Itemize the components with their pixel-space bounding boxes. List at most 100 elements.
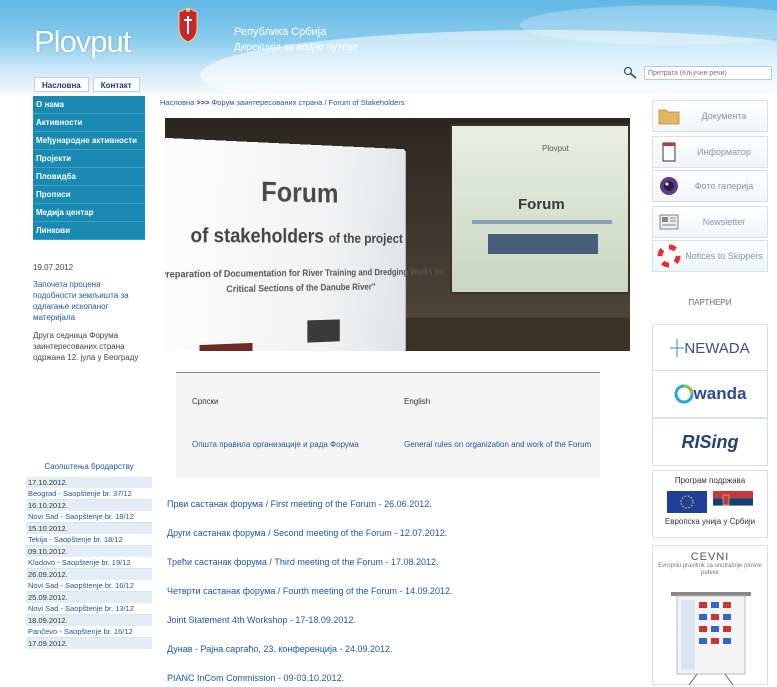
gov-line-2: Дирекција за водне путеве <box>234 42 359 53</box>
meeting-link-2[interactable]: Други састанак форума / Second meeting o… <box>167 526 607 555</box>
notice-date: 25.09.2012. <box>26 592 152 603</box>
newsletter-button[interactable]: Newsletter <box>652 206 768 238</box>
top-tabs: Насловна Контакт <box>34 77 140 92</box>
breadcrumb: Насловна >>> Форум заинтересованих стран… <box>160 98 404 107</box>
notice-link[interactable]: Kladovo - Saopštenje br. 19/12 <box>26 557 152 569</box>
news-link[interactable]: Започета процена подобности земљишта за … <box>33 279 145 323</box>
notice-date: 16.10.2012. <box>26 500 152 511</box>
banner-forum: Forum <box>261 176 339 210</box>
meeting-link-5[interactable]: Joint Statement 4th Workshop - 17-18.09.… <box>167 613 607 642</box>
lang-serbian: Српски <box>192 397 219 406</box>
partner-wanda[interactable]: wanda <box>652 370 768 418</box>
partners-title: ПАРТНЕРИ <box>688 298 732 307</box>
program-title: Програм подржава <box>674 476 746 485</box>
cevni-subtitle: Evropski pravilnik za unutrašnje plovne … <box>658 563 762 576</box>
news-date: 19.07.2012 <box>33 263 74 272</box>
camera-lens-icon <box>660 177 678 195</box>
banner-stakeholders: of stakeholders of the project <box>190 225 402 249</box>
site-logo[interactable]: Plovput <box>34 24 131 60</box>
wanda-logo: wanda <box>693 384 747 403</box>
newada-logo: NEWADA <box>684 339 750 357</box>
photo-gallery-label: Фото галерија <box>694 181 754 191</box>
cevni-box[interactable]: CEVNI Evropski pravilnik za unutrašnje p… <box>652 545 768 686</box>
meetings-list: Први састанак форума / First meeting of … <box>167 497 607 687</box>
notices-title[interactable]: Саопштења бродарству <box>26 462 152 471</box>
government-title: Република Србија Дирекција за водне путе… <box>234 25 358 55</box>
gov-line-1: Република Србија <box>234 26 327 38</box>
lang-english: English <box>404 397 431 406</box>
back-screen-block <box>488 234 598 254</box>
documents-label: Документа <box>701 111 747 121</box>
rules-link-english[interactable]: General rules on organization and work o… <box>404 439 594 450</box>
back-screen-bar <box>472 220 612 224</box>
newsletter-label: Newsletter <box>702 217 746 227</box>
notice-date: 18.09.2012. <box>26 615 152 626</box>
news-text: Друга седница Форума заинтересованих стр… <box>33 331 139 362</box>
nav-item-about[interactable]: О нама <box>33 96 145 114</box>
partner-newada[interactable]: NEWADA <box>652 324 768 372</box>
cevni-title: CEVNI <box>690 551 730 563</box>
nav-item-navigation[interactable]: Пловидба <box>33 168 145 186</box>
documents-button[interactable]: Документа <box>652 100 768 132</box>
back-screen-title: Forum <box>518 196 565 213</box>
search-input[interactable] <box>644 66 772 80</box>
site-header: Plovput Република Србија Дирекција за во… <box>0 0 777 94</box>
photo-gallery-button[interactable]: Фото галерија <box>652 170 768 202</box>
rising-logo: RISing <box>681 431 739 452</box>
nav-item-media[interactable]: Медија центар <box>33 204 145 222</box>
notice-date: 15.10.2012. <box>26 523 152 534</box>
program-bottom: Европска унија у Србији <box>664 517 756 526</box>
search-icon[interactable] <box>622 66 640 80</box>
notice-link[interactable]: Novi Sad - Saopštenje br. 13/12 <box>26 603 152 615</box>
banner-line-3: "Preparation of Documentation for River … <box>165 267 444 281</box>
newspaper-icon <box>659 214 679 230</box>
notice-link[interactable]: Tekija - Saopštenje br. 18/12 <box>26 534 152 546</box>
notice-link[interactable]: Beograd - Saopštenje br. 37/12 <box>26 488 152 500</box>
newada-star-icon <box>670 339 685 357</box>
nav-item-activities[interactable]: Активности <box>33 114 145 132</box>
notice-date: 17.10.2012. <box>26 477 152 488</box>
partner-rising[interactable]: RISing <box>652 418 768 466</box>
notice-link[interactable]: Novi Sad - Saopštenje br. 18/12 <box>26 511 152 523</box>
nav-item-regulations[interactable]: Прописи <box>33 186 145 204</box>
meeting-link-6[interactable]: Дунав - Рајна саргаћо, 23. конференција … <box>167 642 607 671</box>
eu-program-box[interactable]: Програм подржава Европска унија у Србији <box>652 470 768 538</box>
left-navigation: О нама Активности Међународне активности… <box>33 96 145 240</box>
banner-line-4: Critical Sections of the Danube River" <box>226 282 376 296</box>
banner-stakeholders-a: of stakeholders <box>190 224 324 248</box>
notice-link[interactable]: Novi Sad - Saopštenje br. 16/12 <box>26 580 152 592</box>
notice-date: 17.09.2012. <box>26 638 152 649</box>
program-flags <box>653 491 767 513</box>
eu-flag-icon <box>667 491 707 513</box>
meeting-link-1[interactable]: Први састанак форума / First meeting of … <box>167 497 607 526</box>
nav-item-projects[interactable]: Пројекти <box>33 150 145 168</box>
cevni-poster-icon <box>671 592 751 686</box>
back-screen-logo: Plovput <box>542 144 569 153</box>
meeting-link-7[interactable]: PIANC InCom Commission - 09-03.10.2012. <box>167 671 607 687</box>
notice-link[interactable]: Pančevo - Saopštenje br. 16/12 <box>26 626 152 638</box>
breadcrumb-separator: >>> <box>196 98 210 107</box>
breadcrumb-home[interactable]: Насловна <box>160 98 194 107</box>
nav-item-links[interactable]: Линкови <box>33 222 145 240</box>
coat-of-arms-icon <box>178 7 198 43</box>
nav-item-international[interactable]: Међународне активности <box>33 132 145 150</box>
informator-button[interactable]: Информатор <box>652 136 768 168</box>
forum-photo: Plovput Forum Forum of stakeholders of t… <box>165 118 630 351</box>
photo-back-screen: Plovput Forum <box>450 124 630 294</box>
notices-label: Notices to Skippers <box>685 251 763 261</box>
meeting-link-4[interactable]: Четврти састанак форума / Fourth meeting… <box>167 584 607 613</box>
rules-documents-box: Српски English Општа правила организациј… <box>176 372 600 478</box>
tab-contact[interactable]: Контакт <box>92 77 140 92</box>
breadcrumb-current: Форум заинтересованих страна / Forum of … <box>211 98 405 107</box>
informator-label: Информатор <box>697 147 751 157</box>
rules-link-serbian[interactable]: Општа правила организације и рада Форума <box>192 439 372 450</box>
news-section: 19.07.2012 Започета процена подобности з… <box>33 262 145 363</box>
notices-to-skippers-button[interactable]: Notices to Skippers <box>652 240 768 272</box>
lifebuoy-icon <box>657 244 681 268</box>
folder-icon <box>658 109 680 125</box>
photo-main-banner: Forum of stakeholders of the project "Pr… <box>165 136 443 351</box>
search-bar <box>622 66 772 80</box>
meeting-link-3[interactable]: Трећи састанак форума / Third meeting of… <box>167 555 607 584</box>
tab-home[interactable]: Насловна <box>34 77 89 92</box>
serbia-flag-icon <box>713 491 753 513</box>
